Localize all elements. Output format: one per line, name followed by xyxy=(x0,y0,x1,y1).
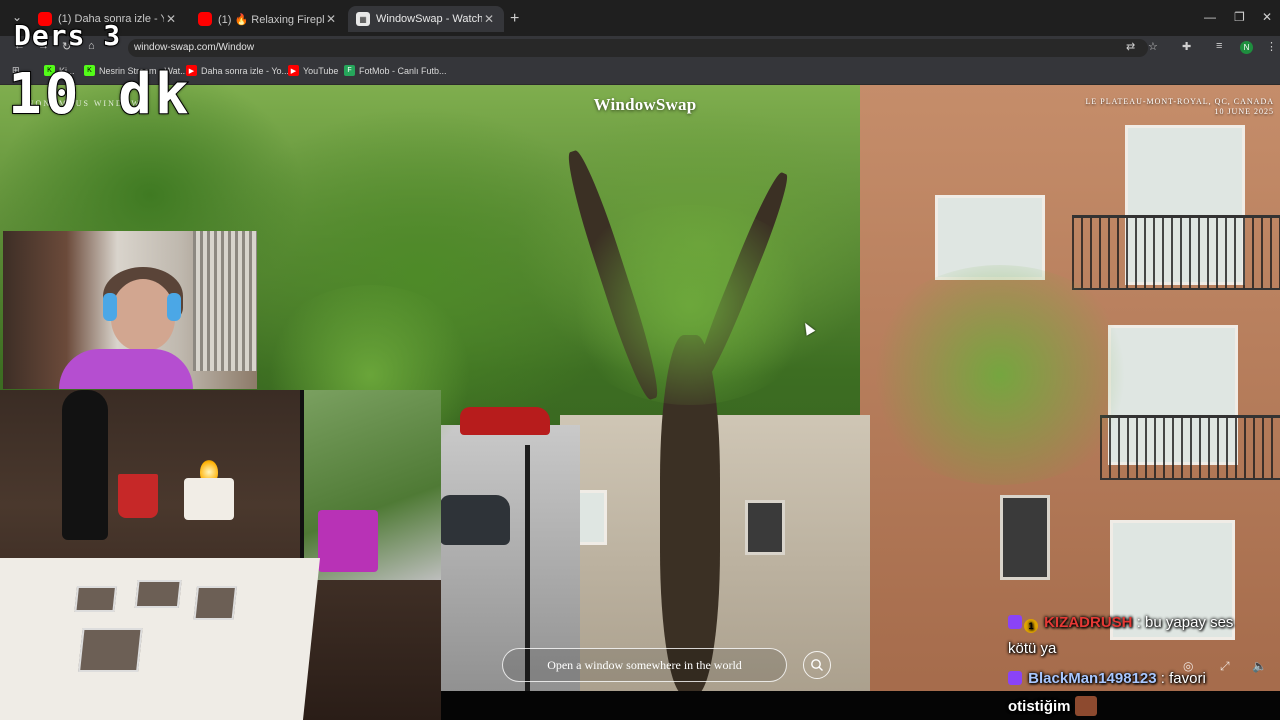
chat-message-continuation: kötü ya xyxy=(1008,640,1057,657)
bookmark-star-icon[interactable]: ☆ xyxy=(1148,40,1158,53)
minimize-icon[interactable]: — xyxy=(1204,10,1216,24)
windowswap-logo[interactable]: WindowSwap xyxy=(575,95,715,115)
location-date: 10 JUNE 2025 xyxy=(1214,107,1274,116)
extensions-icon[interactable]: ✚ xyxy=(1182,40,1191,53)
building-window xyxy=(745,500,785,555)
address-bar[interactable]: window-swap.com/Window xyxy=(128,39,1148,57)
location-place: LE PLATEAU-MONT-ROYAL, QC, CANADA xyxy=(1085,97,1274,106)
book-photo xyxy=(134,580,182,608)
browser-toolbar: ← → ↻ ⌂ window-swap.com/Window ⇄ ☆ ✚ ≡ N… xyxy=(0,36,1280,60)
bookmark-watch-later[interactable]: ▶ Daha sonra izle - Yo... xyxy=(186,65,289,76)
fullscreen-icon[interactable]: ⤢ xyxy=(1220,659,1230,674)
bookmark-fotmob[interactable]: F FotMob - Canlı Futb... xyxy=(344,65,447,76)
bookmark-label: FotMob - Canlı Futb... xyxy=(359,65,447,76)
subscriber-badge-icon: 1 xyxy=(1024,619,1038,633)
red-cup xyxy=(118,474,158,518)
candle xyxy=(184,478,234,520)
dark-car xyxy=(440,495,510,545)
book-photo xyxy=(78,628,143,672)
restore-icon[interactable]: ❐ xyxy=(1234,10,1245,24)
volume-icon[interactable]: 🔈 xyxy=(1252,659,1267,673)
chat-username: BlackMan1498123 xyxy=(1028,670,1157,687)
chat-separator: : xyxy=(1160,670,1165,687)
chat-message-continuation: otistiğim xyxy=(1008,696,1097,716)
open-window-button[interactable]: Open a window somewhere in the world xyxy=(502,648,787,682)
window-location: LE PLATEAU-MONT-ROYAL, QC, CANADA 10 JUN… xyxy=(1086,97,1274,117)
book-photo xyxy=(193,586,238,620)
foliage xyxy=(560,205,820,405)
bookmark-label: YouTube xyxy=(303,65,339,76)
tab-fireplace-sounds[interactable]: (1) 🔥 Relaxing Fireplace Sounds ✕ xyxy=(190,6,346,32)
chat-separator: : xyxy=(1136,614,1141,631)
windowswap-icon: ▦ xyxy=(356,12,370,26)
bookmark-youtube[interactable]: ▶ YouTube xyxy=(288,65,338,76)
headphones-icon xyxy=(103,293,117,321)
face-webcam xyxy=(3,231,257,389)
menu-icon[interactable]: ⋮ xyxy=(1266,40,1277,53)
close-icon[interactable]: ✕ xyxy=(164,12,178,26)
close-icon[interactable]: ✕ xyxy=(324,12,338,26)
twitch-badge-icon xyxy=(1008,615,1022,629)
balcony-railing xyxy=(1072,215,1280,290)
chat-message: BlackMan1498123 : favori xyxy=(1008,670,1206,687)
timer-overlay: 10 dk xyxy=(7,61,192,128)
pink-tray xyxy=(318,510,378,572)
lesson-overlay: Ders 3 xyxy=(13,18,122,53)
profile-avatar[interactable]: N xyxy=(1240,41,1253,54)
twitch-badge-icon xyxy=(1008,671,1022,685)
chat-text: favori xyxy=(1169,670,1206,687)
new-tab-icon[interactable]: + xyxy=(510,10,519,28)
desk-webcam xyxy=(0,390,441,720)
chat-text: otistiğim xyxy=(1008,698,1071,715)
window-blinds xyxy=(193,231,257,371)
window-close-icon[interactable]: ✕ xyxy=(1262,10,1272,24)
letterbox-bar xyxy=(440,691,1280,720)
search-button[interactable] xyxy=(803,651,831,679)
streamer-face xyxy=(111,279,175,351)
chat-username: KIZADRUSH xyxy=(1044,614,1133,631)
search-icon xyxy=(811,659,823,671)
fotmob-icon: F xyxy=(344,65,355,76)
youtube-icon xyxy=(198,12,212,26)
streamer-shirt xyxy=(59,349,193,389)
building-window xyxy=(1000,495,1050,580)
tab-windowswap[interactable]: ▦ WindowSwap - Watch windows ✕ xyxy=(348,6,504,32)
translate-icon[interactable]: ⇄ xyxy=(1126,40,1135,53)
bookmarks-bar: ⊞ K Ki... K Nesrin Stream - Wat... ▶ Daha s… xyxy=(0,60,1280,85)
tab-title: WindowSwap - Watch windows xyxy=(376,13,482,25)
browser-tab-bar: ⌄ (1) Daha sonra izle - YouTube ✕ (1) 🔥 … xyxy=(0,0,1280,36)
foliage xyxy=(860,265,1140,485)
chat-text: bu yapay ses xyxy=(1145,614,1234,631)
chat-emote-icon xyxy=(1074,696,1097,716)
microphone-icon xyxy=(62,390,108,540)
red-car xyxy=(460,407,550,435)
chat-message: 1 KIZADRUSH : bu yapay ses xyxy=(1008,614,1233,633)
media-control-icon[interactable]: ≡ xyxy=(1216,40,1222,52)
balcony-railing xyxy=(1100,415,1280,480)
youtube-icon: ▶ xyxy=(288,65,299,76)
open-textbook xyxy=(0,558,320,720)
bookmark-label: Daha sonra izle - Yo... xyxy=(201,65,290,76)
close-icon[interactable]: ✕ xyxy=(482,12,496,26)
tab-title: (1) 🔥 Relaxing Fireplace Sounds xyxy=(218,13,324,26)
book-photo xyxy=(74,586,118,612)
